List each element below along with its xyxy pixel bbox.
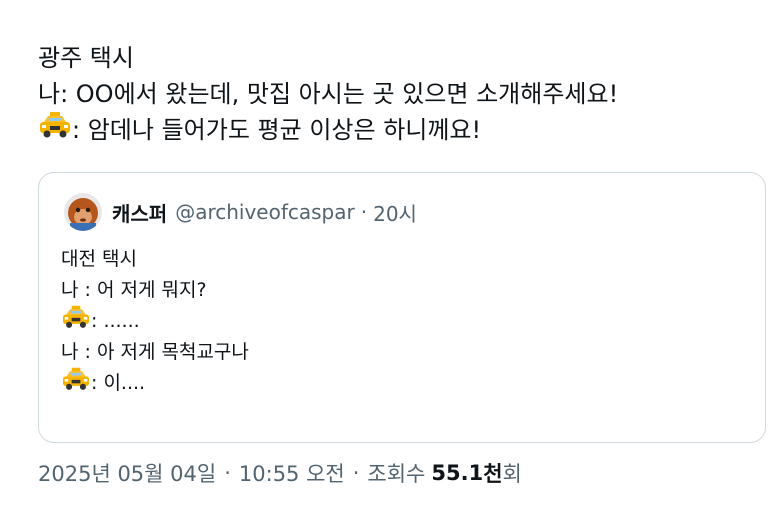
- views-suffix: 회: [502, 462, 522, 486]
- quoted-tweet-header: 캐스퍼 @archiveofcaspar · 20시: [64, 193, 417, 231]
- taxi-emoji-icon: [61, 366, 91, 402]
- taxi-emoji-icon: [38, 110, 72, 150]
- quoted-author-handle[interactable]: @archiveofcaspar: [175, 200, 355, 224]
- tweet-line-title: 광주 택시: [38, 44, 134, 72]
- quoted-line-title: 대전 택시: [61, 248, 137, 270]
- quoted-author-name[interactable]: 캐스퍼: [112, 198, 167, 227]
- views-count[interactable]: 55.1: [431, 461, 483, 485]
- tweet-line-question: 나: OO에서 왔는데, 맛집 아시는 곳 있으면 소개해주세요!: [38, 80, 619, 108]
- views-unit: 천: [483, 462, 503, 486]
- tweet-text: 광주 택시 나: OO에서 왔는데, 맛집 아시는 곳 있으면 소개해주세요! …: [38, 40, 758, 148]
- tweet-line-answer: : 암데나 들어가도 평균 이상은 하니께요!: [38, 112, 758, 148]
- quoted-line-observation: 나 : 아 저게 목척교구나: [61, 341, 249, 363]
- quoted-answer1-text: : ......: [91, 310, 140, 332]
- quoted-answer2-text: : 이....: [91, 372, 146, 394]
- quoted-line-question: 나 : 어 저게 뭐지?: [61, 279, 207, 301]
- views-label: 조회수: [367, 462, 426, 486]
- quoted-separator: ·: [360, 200, 368, 224]
- tweet-date[interactable]: 2025년 05월 04일: [38, 458, 216, 488]
- orangutan-avatar-icon[interactable]: [64, 193, 102, 231]
- tweet-time[interactable]: 10:55 오전: [239, 458, 345, 488]
- meta-separator: ·: [352, 461, 360, 485]
- quoted-tweet[interactable]: 캐스퍼 @archiveofcaspar · 20시 대전 택시 나 : 어 저…: [38, 172, 766, 443]
- quoted-line-answer1: : ......: [61, 304, 249, 340]
- tweet-meta: 2025년 05월 04일 · 10:55 오전 · 조회수 55.1 천 회: [38, 456, 522, 490]
- quoted-line-answer2: : 이....: [61, 366, 249, 402]
- taxi-emoji-icon: [61, 304, 91, 340]
- tweet-answer-text: : 암데나 들어가도 평균 이상은 하니께요!: [72, 116, 482, 144]
- quoted-time[interactable]: 20시: [373, 198, 417, 227]
- quoted-tweet-body: 대전 택시 나 : 어 저게 뭐지? : ...... 나 : 아 저게 목척교…: [61, 244, 249, 399]
- meta-separator: ·: [224, 461, 231, 485]
